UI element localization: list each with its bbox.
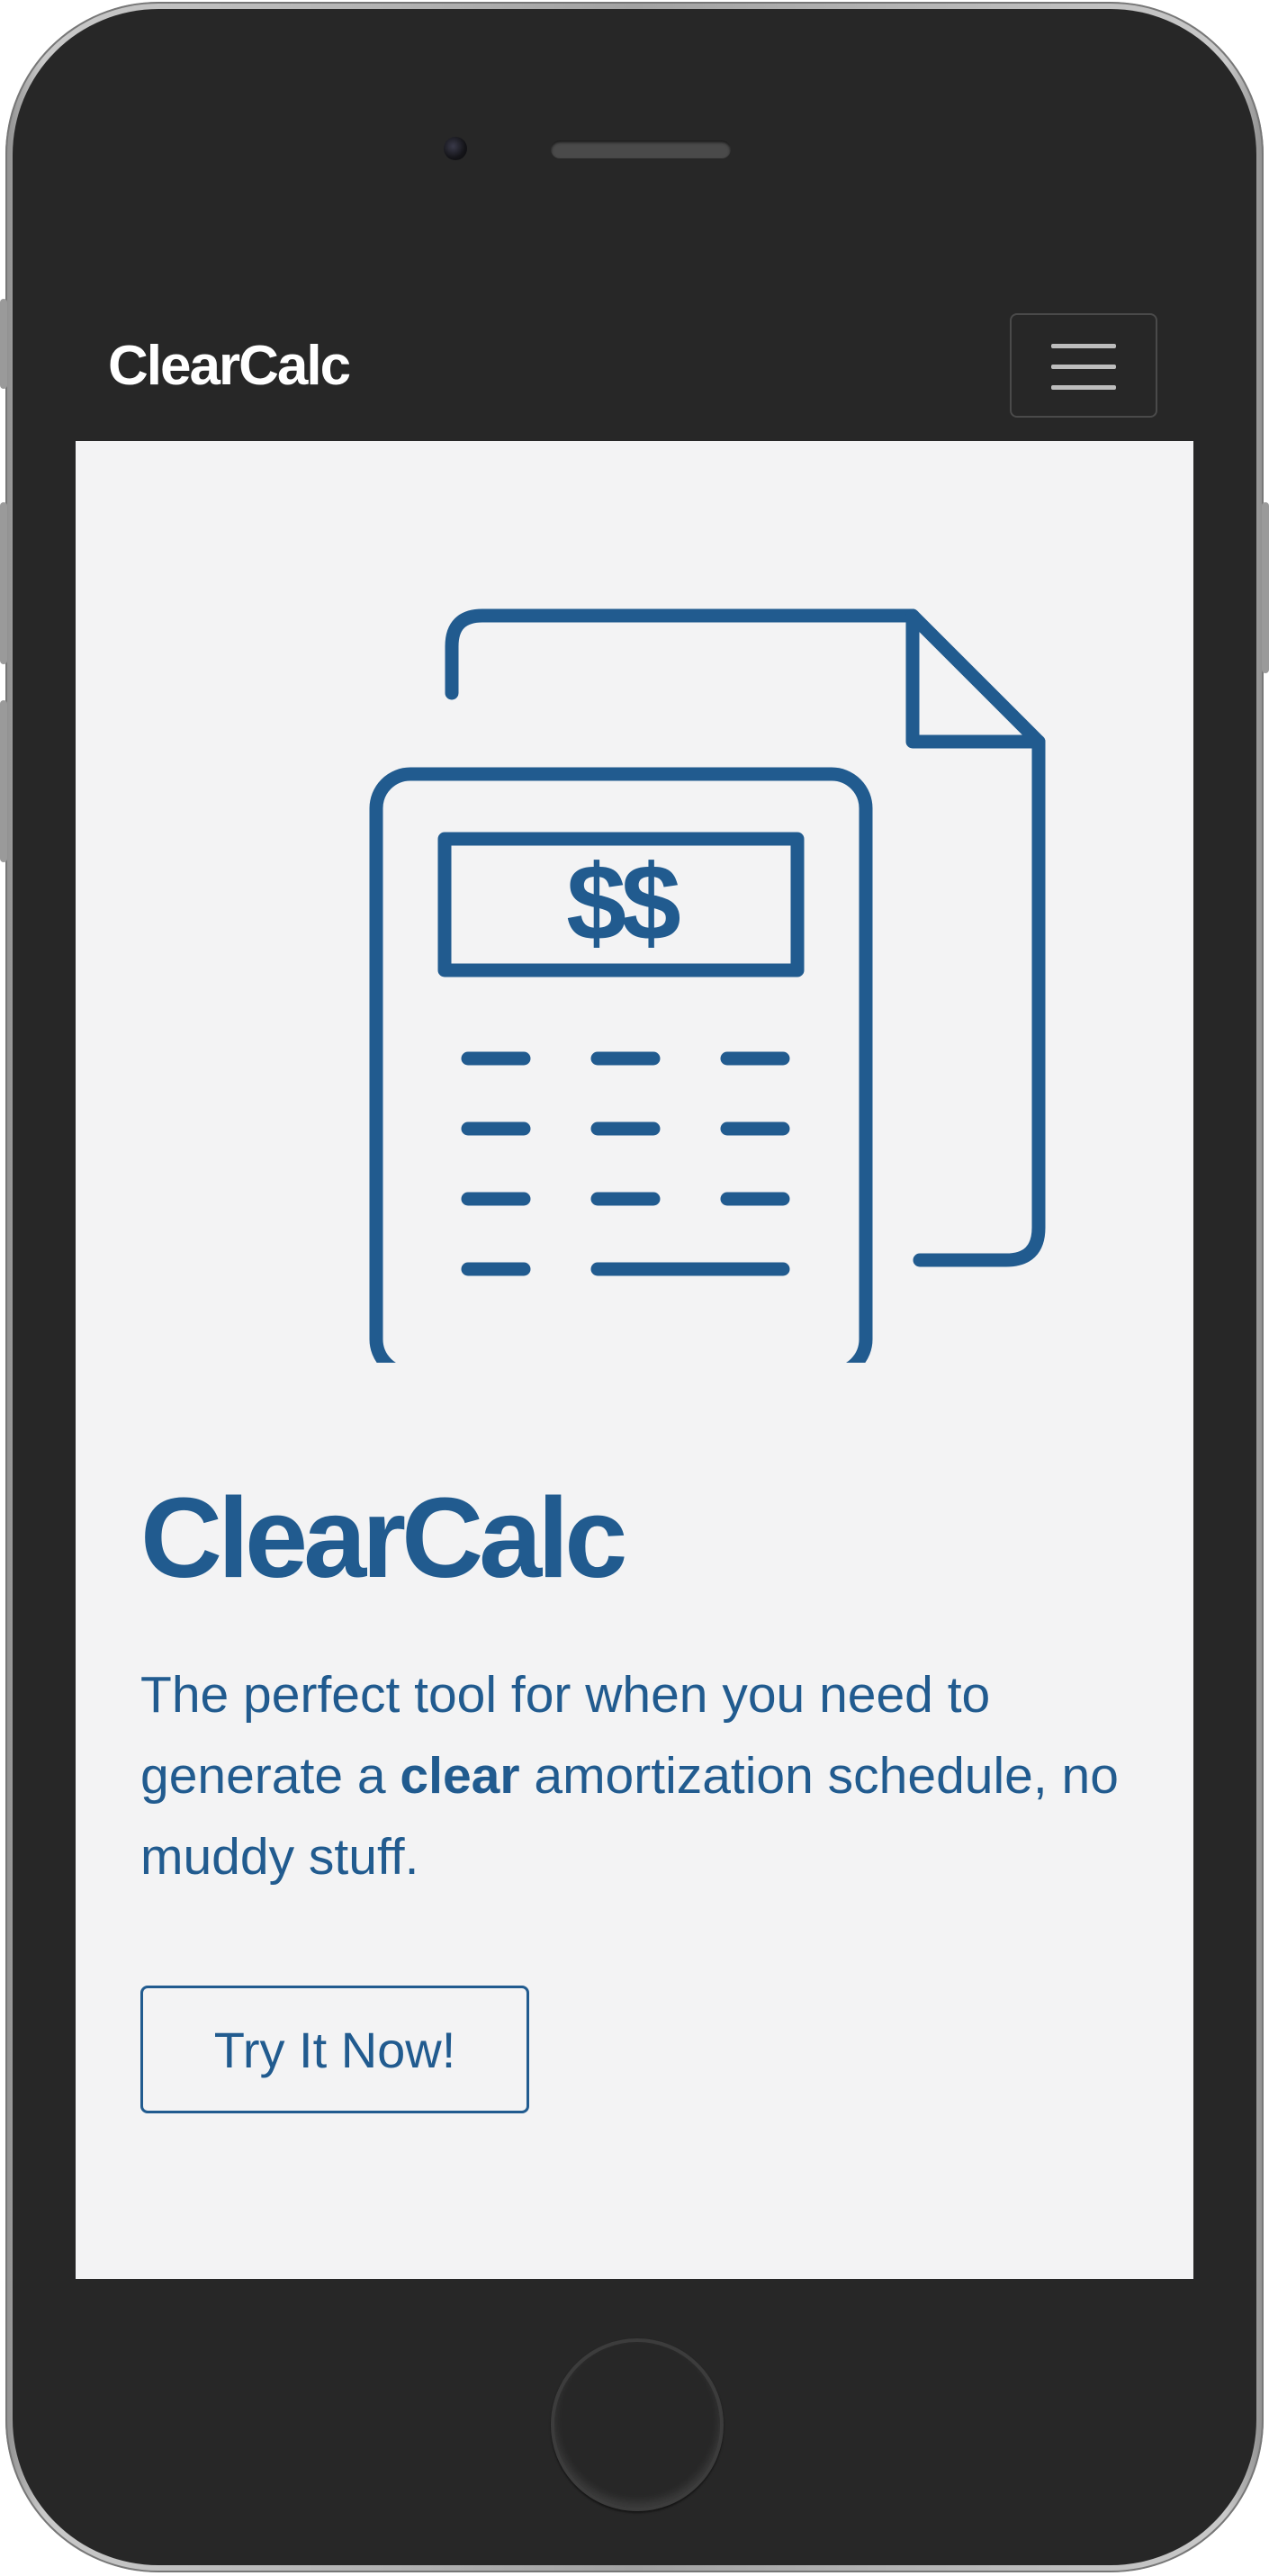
phone-volume-down-button (0, 700, 7, 862)
front-camera (444, 137, 467, 160)
phone-screen: ClearCalc $$ ClearCalc The perfect tool … (76, 292, 1193, 2279)
home-button[interactable] (551, 2338, 724, 2511)
calculator-document-icon: $$ (369, 608, 1046, 1363)
phone-frame: ClearCalc $$ ClearCalc The perfect tool … (0, 2, 1269, 2572)
navbar-brand[interactable]: ClearCalc (108, 338, 351, 394)
calculator-display-text: $$ (566, 842, 680, 963)
hamburger-menu-icon[interactable] (1010, 313, 1157, 418)
navbar: ClearCalc (76, 292, 1193, 441)
phone-volume-up-button (0, 502, 7, 664)
phone-power-button (1262, 502, 1269, 673)
earpiece-speaker (551, 140, 731, 158)
tagline-emphasis: clear (400, 1747, 520, 1805)
hero-tagline: The perfect tool for when you need to ge… (140, 1654, 1139, 1897)
hero-title: ClearCalc (140, 1474, 627, 1601)
try-it-now-button[interactable]: Try It Now! (140, 1986, 529, 2113)
phone-mute-switch (0, 299, 7, 389)
